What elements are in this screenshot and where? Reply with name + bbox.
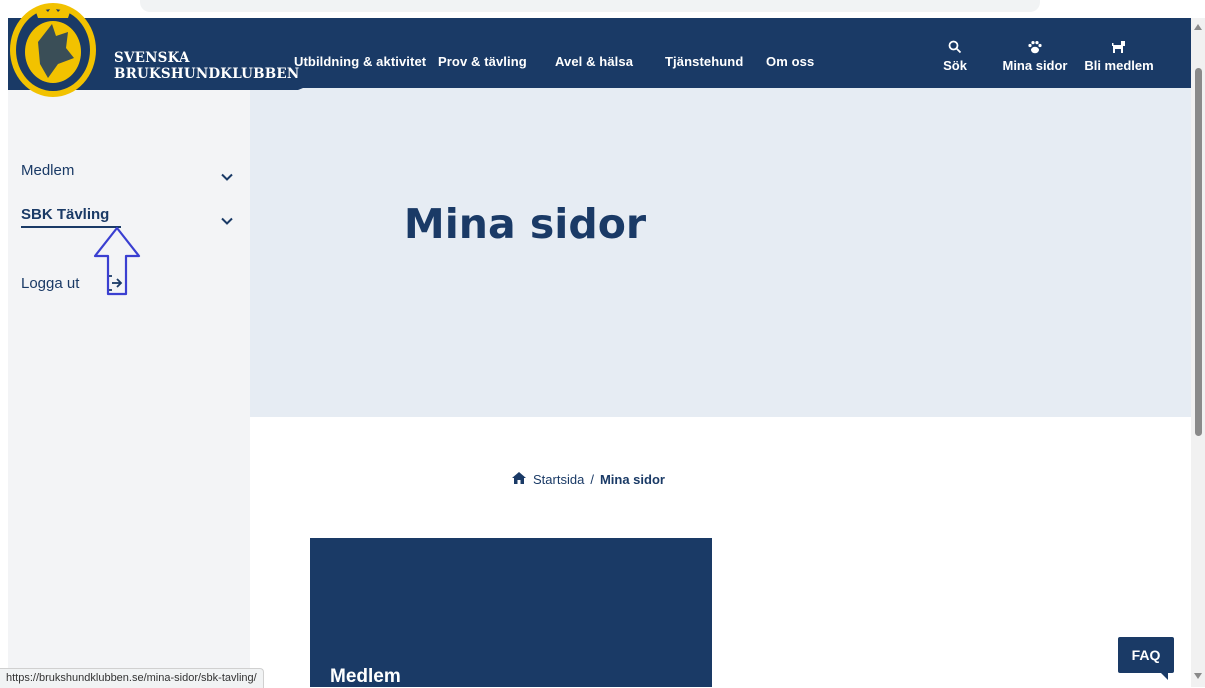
club-logo[interactable] <box>8 2 98 102</box>
bli-medlem-link[interactable]: Bli medlem <box>1079 40 1159 73</box>
brand-line2: BRUKSHUNDKLUBBEN <box>114 66 300 82</box>
page-title: Mina sidor <box>403 200 647 248</box>
mina-sidor-link[interactable]: Mina sidor <box>995 40 1075 73</box>
logout-link[interactable]: Logga ut <box>21 275 79 292</box>
chevron-down-icon[interactable] <box>221 166 233 185</box>
brand-name[interactable]: SVENSKA BRUKSHUNDKLUBBEN <box>114 50 299 82</box>
hero-banner <box>250 88 1191 417</box>
card-title: Medlem <box>330 666 401 687</box>
page-scrollbar[interactable] <box>1191 18 1205 687</box>
nav-avel-halsa[interactable]: Avel & hälsa <box>555 54 633 69</box>
search-label: Sök <box>943 58 967 73</box>
home-icon[interactable] <box>511 471 527 488</box>
logo-emblem <box>10 3 96 97</box>
faq-button[interactable]: FAQ <box>1118 637 1174 673</box>
breadcrumb-separator: / <box>590 472 594 487</box>
bli-medlem-label: Bli medlem <box>1084 58 1154 73</box>
dog-icon <box>1079 40 1159 56</box>
search-link[interactable]: Sök <box>940 40 970 73</box>
site-header: Utbildning & aktivitet Prov & tävling Av… <box>8 18 1191 88</box>
paw-icon <box>995 40 1075 56</box>
mina-sidor-label: Mina sidor <box>1002 58 1068 73</box>
search-icon <box>940 40 970 56</box>
nav-utbildning[interactable]: Utbildning & aktivitet <box>294 54 426 69</box>
scroll-thumb[interactable] <box>1195 68 1202 436</box>
medlem-card[interactable]: Medlem <box>310 538 712 687</box>
nav-om-oss[interactable]: Om oss <box>766 54 814 69</box>
brand-line1: SVENSKA <box>114 50 190 66</box>
status-url: https://brukshundklubben.se/mina-sidor/s… <box>0 668 264 688</box>
nav-prov-tavling[interactable]: Prov & tävling <box>438 54 527 69</box>
breadcrumb: Startsida / Mina sidor <box>511 471 665 488</box>
nav-tjanstehund[interactable]: Tjänstehund <box>665 54 743 69</box>
annotation-arrow-icon <box>93 226 141 296</box>
sidebar: Medlem SBK Tävling Logga ut <box>8 88 250 687</box>
sidebar-item-medlem[interactable]: Medlem <box>21 162 74 179</box>
breadcrumb-home[interactable]: Startsida <box>533 472 584 487</box>
scroll-down-arrow[interactable] <box>1194 673 1202 679</box>
breadcrumb-current: Mina sidor <box>599 472 665 487</box>
faq-bubble-tail <box>1160 672 1168 680</box>
scroll-up-arrow[interactable] <box>1194 24 1202 30</box>
header-slant <box>579 86 862 88</box>
browser-top-strip <box>0 0 1205 18</box>
address-area <box>140 0 1040 12</box>
